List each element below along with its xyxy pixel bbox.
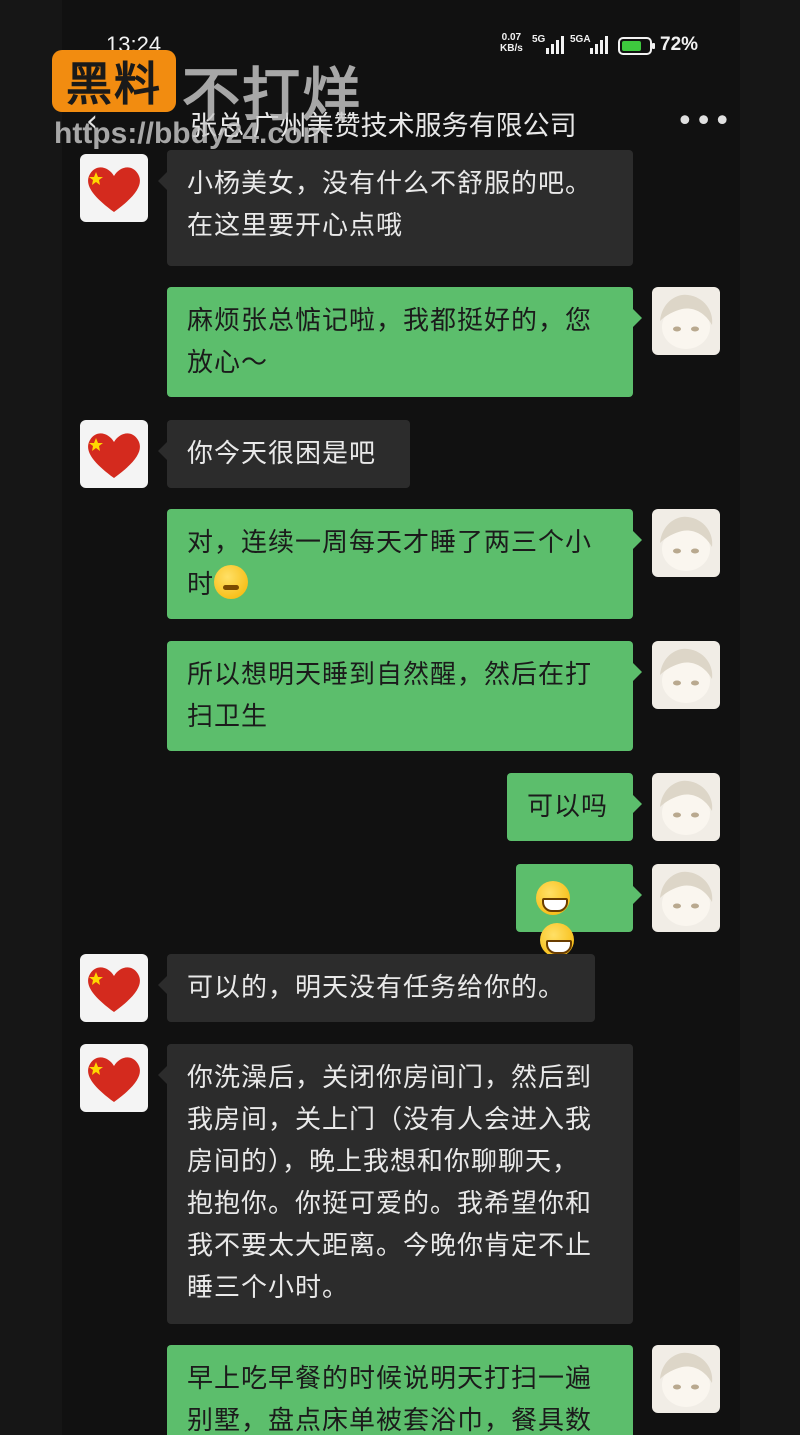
sim2-label: 5GA: [570, 34, 591, 45]
message-bubble-incoming[interactable]: 可以的，明天没有任务给你的。: [158, 954, 595, 1022]
my-avatar-icon[interactable]: [652, 1345, 720, 1413]
battery-percent: 72%: [660, 34, 699, 55]
message-bubble-outgoing[interactable]: 所以想明天睡到自然醒，然后在打 扫卫生: [167, 641, 642, 751]
battery-icon: [618, 37, 655, 55]
message-bubble-incoming[interactable]: 你今天很困是吧: [158, 420, 410, 488]
network-speed-value: 0.07: [501, 32, 522, 43]
signal-bars-1-icon: [546, 36, 564, 54]
message-line: 时: [187, 564, 613, 606]
grinning-face-icon: [536, 881, 570, 915]
message-line: 睡三个小时。: [187, 1273, 350, 1303]
more-dots-icon[interactable]: •••: [676, 104, 732, 139]
boss-avatar-icon[interactable]: [80, 1044, 148, 1112]
message-line: 所以想明天睡到自然醒，然后在打: [187, 660, 593, 690]
boss-avatar-icon[interactable]: [80, 420, 148, 488]
message-line: 抱抱你。你挺可爱的。我希望你和: [187, 1189, 593, 1219]
message-line: 放心～: [187, 348, 269, 378]
message-line: 可以的，明天没有任务给你的。: [187, 973, 566, 1003]
message-line: 麻烦张总惦记啦，我都挺好的，您: [187, 306, 593, 336]
message-line: 可以吗: [527, 792, 609, 822]
message-bubble-outgoing[interactable]: 可以吗: [507, 773, 642, 841]
grinning-face-icon: [540, 923, 574, 957]
message-line: 在这里要开心点哦: [187, 211, 404, 241]
message-bubble-outgoing[interactable]: 对，连续一周每天才睡了两三个小 时: [167, 509, 642, 619]
my-avatar-icon[interactable]: [652, 287, 720, 355]
network-speed-unit: KB/s: [500, 43, 523, 54]
my-avatar-icon[interactable]: [652, 773, 720, 841]
screen-margin-right: [740, 0, 800, 1435]
crying-face-icon: [214, 565, 249, 599]
screen-margin-left: [0, 0, 62, 1435]
watermark-logo: 黑料: [52, 50, 176, 112]
watermark-url: https://bbdy24.com: [54, 117, 330, 150]
battery-level-fill: [622, 41, 641, 51]
boss-avatar-icon[interactable]: [80, 154, 148, 222]
message-line: 对，连续一周每天才睡了两三个小: [187, 528, 593, 558]
my-avatar-icon[interactable]: [652, 864, 720, 932]
message-line: 小杨美女，没有什么不舒服的吧。: [187, 169, 593, 199]
message-bubble-incoming[interactable]: 小杨美女，没有什么不舒服的吧。 在这里要开心点哦: [158, 150, 633, 266]
message-bubble-outgoing[interactable]: 麻烦张总惦记啦，我都挺好的，您 放心～: [167, 287, 642, 397]
message-line: 扫卫生: [187, 702, 269, 732]
message-bubble-incoming[interactable]: 你洗澡后，关闭你房间门，然后到 我房间，关上门（没有人会进入我 房间的），晚上我…: [158, 1044, 633, 1324]
message-line: 早上吃早餐的时候说明天打扫一遍: [187, 1364, 593, 1394]
message-line: 别墅，盘点床单被套浴巾，餐具数: [187, 1406, 593, 1435]
message-line: 你今天很困是吧: [187, 439, 377, 469]
message-line: 我房间，关上门（没有人会进入我: [187, 1105, 593, 1135]
signal-bars-2-icon: [590, 36, 608, 54]
my-avatar-icon[interactable]: [652, 641, 720, 709]
message-bubble-outgoing[interactable]: 早上吃早餐的时候说明天打扫一遍 别墅，盘点床单被套浴巾，餐具数: [167, 1345, 633, 1435]
message-bubble-outgoing[interactable]: [516, 864, 642, 957]
message-line: 房间的），晚上我想和你聊聊天，: [187, 1147, 580, 1177]
message-line: 我不要太大距离。今晚你肯定不止: [187, 1231, 593, 1261]
network-speed: 0.07 KB/s: [500, 32, 523, 54]
my-avatar-icon[interactable]: [652, 509, 720, 577]
message-line: 你洗澡后，关闭你房间门，然后到: [187, 1063, 593, 1093]
sim1-label: 5G: [532, 34, 546, 45]
boss-avatar-icon[interactable]: [80, 954, 148, 1022]
